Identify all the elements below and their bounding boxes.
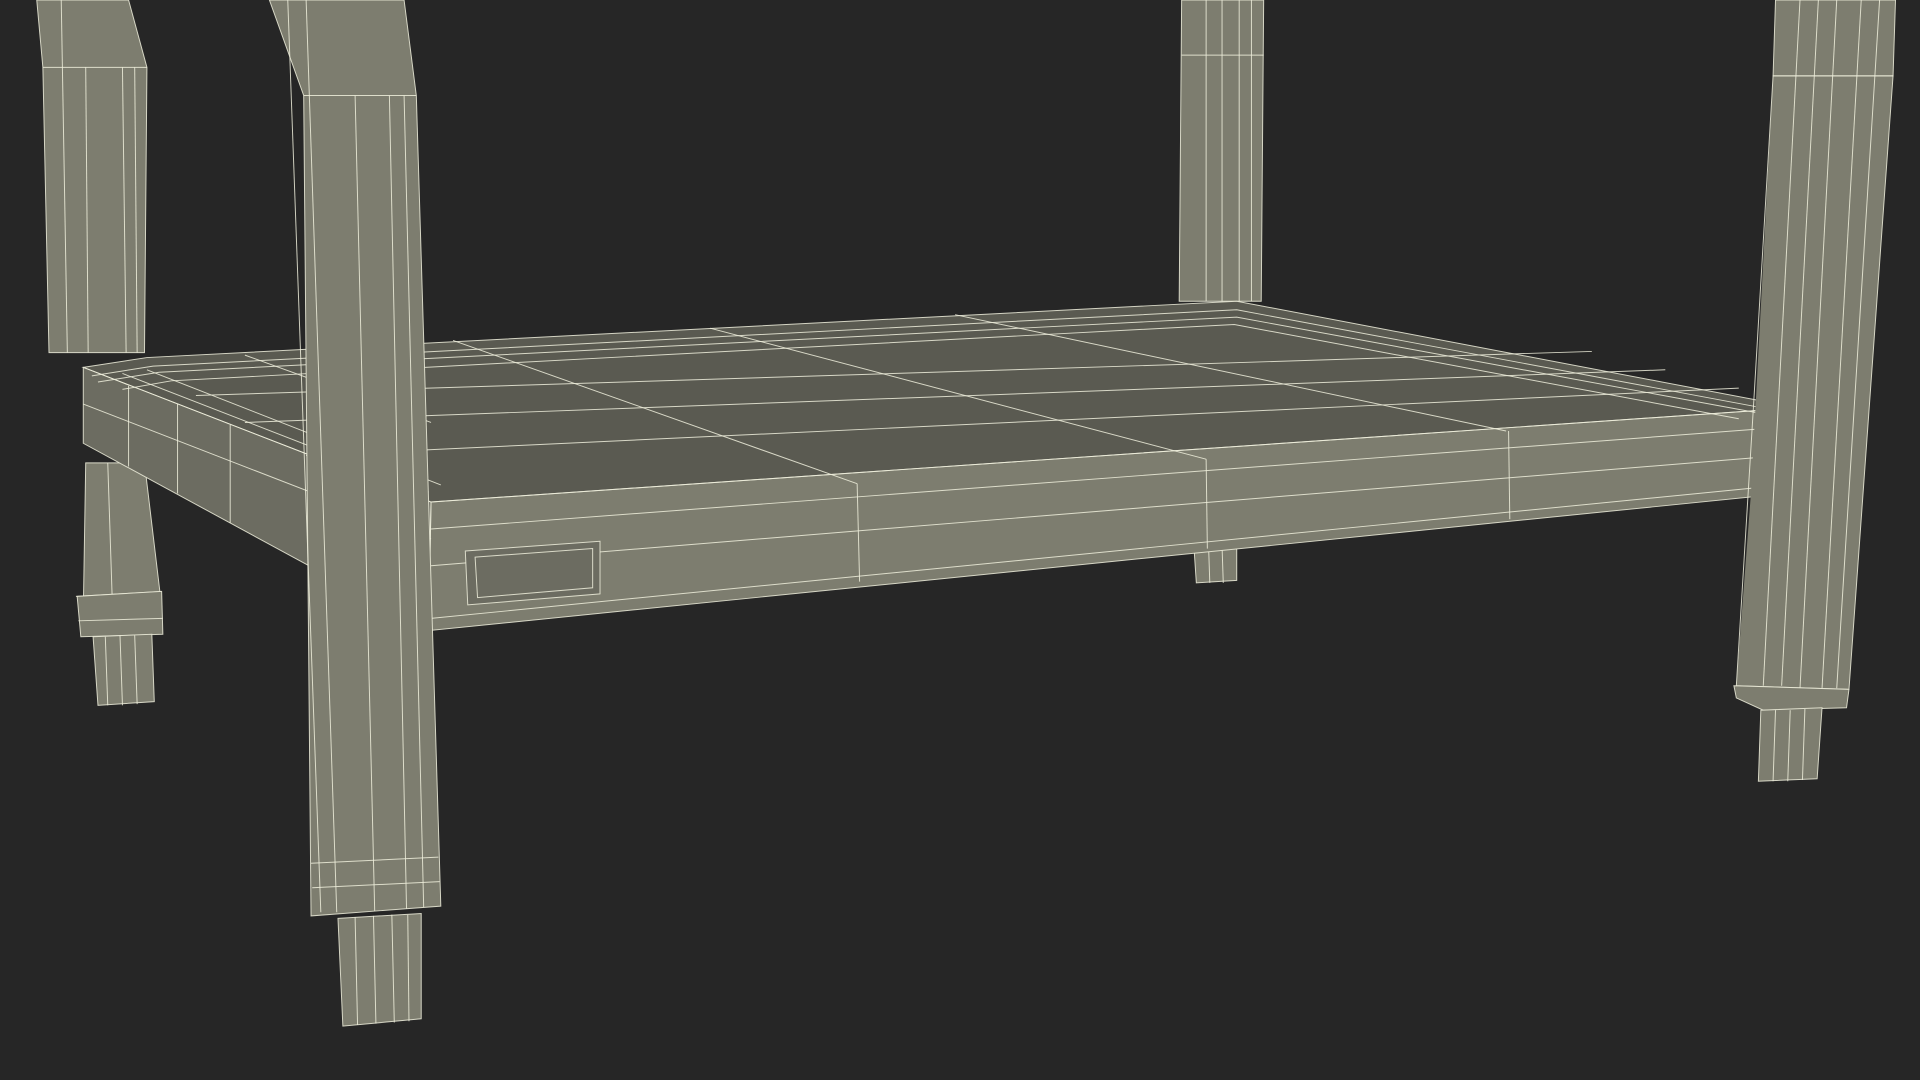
drawer-handle — [464, 540, 601, 606]
front-right-leg — [1733, 0, 1897, 782]
back-left-leg — [36, 0, 164, 706]
3d-viewport[interactable] — [0, 0, 1920, 1080]
wireframe-table-render — [36, 0, 1897, 1027]
